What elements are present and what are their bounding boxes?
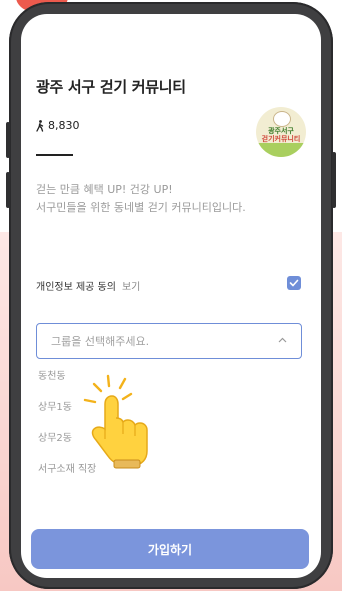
privacy-consent-label: 개인정보 제공 동의 bbox=[36, 281, 116, 293]
page-title: 광주 서구 걷기 커뮤니티 bbox=[36, 78, 186, 96]
pointing-hand-icon bbox=[74, 374, 154, 478]
power-button bbox=[332, 152, 336, 208]
logo-mascot-icon bbox=[273, 111, 291, 127]
walking-person-icon bbox=[36, 119, 44, 132]
group-option[interactable]: 상무1동 bbox=[38, 398, 72, 413]
title-divider bbox=[36, 154, 73, 156]
privacy-consent-row: 개인정보 제공 동의 보기 bbox=[36, 277, 311, 293]
group-select-placeholder: 그룹을 선택해주세요. bbox=[51, 335, 150, 348]
app-screen: 광주 서구 걷기 커뮤니티 8,830 광주서구 걷기커뮤니티 걷는 만큼 혜택… bbox=[21, 14, 321, 578]
description-line: 걷는 만큼 혜택 UP! 건강 UP! bbox=[36, 183, 173, 196]
description-line: 서구민들을 위한 동네별 걷기 커뮤니티입니다. bbox=[36, 201, 246, 214]
community-logo: 광주서구 걷기커뮤니티 bbox=[256, 107, 306, 157]
group-option[interactable]: 동천동 bbox=[38, 367, 66, 382]
group-select[interactable]: 그룹을 선택해주세요. bbox=[36, 323, 302, 359]
logo-text-line2: 걷기커뮤니티 bbox=[261, 135, 301, 143]
volume-button bbox=[6, 172, 10, 208]
checkmark-icon bbox=[289, 279, 299, 287]
logo-text-line1: 광주서구 bbox=[268, 127, 294, 135]
step-count-value: 8,830 bbox=[48, 119, 80, 132]
group-option[interactable]: 상무2동 bbox=[38, 429, 72, 444]
join-button[interactable]: 가입하기 bbox=[31, 529, 309, 569]
privacy-consent-checkbox[interactable] bbox=[287, 276, 301, 290]
step-count: 8,830 bbox=[36, 119, 80, 132]
community-description: 걷는 만큼 혜택 UP! 건강 UP! 서구민들을 위한 동네별 걷기 커뮤니티… bbox=[36, 181, 246, 217]
chevron-up-icon bbox=[278, 337, 287, 343]
volume-button bbox=[6, 122, 10, 158]
logo-grass bbox=[256, 143, 306, 157]
privacy-consent-view-link[interactable]: 보기 bbox=[122, 278, 140, 293]
